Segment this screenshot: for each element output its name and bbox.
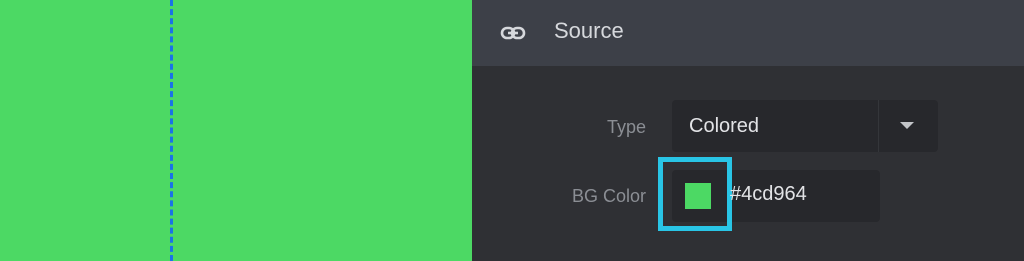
source-panel: Source Type Colored BG Color	[472, 0, 1024, 261]
type-label: Type	[606, 117, 646, 137]
select-divider	[878, 100, 879, 152]
chevron-down-icon[interactable]	[900, 122, 914, 129]
bg-color-label: BG Color	[571, 186, 646, 206]
link-icon	[500, 26, 526, 40]
bg-color-swatch-button[interactable]	[658, 157, 732, 231]
panel-title: Source	[554, 18, 624, 43]
type-select-value: Colored	[689, 115, 760, 137]
type-select[interactable]: Colored	[672, 100, 938, 152]
canvas-preview	[0, 0, 472, 261]
color-swatch[interactable]	[685, 183, 711, 209]
vertical-guide-line	[170, 0, 173, 261]
bg-color-hex-input[interactable]	[730, 181, 870, 207]
panel-header: Source	[472, 0, 1024, 66]
